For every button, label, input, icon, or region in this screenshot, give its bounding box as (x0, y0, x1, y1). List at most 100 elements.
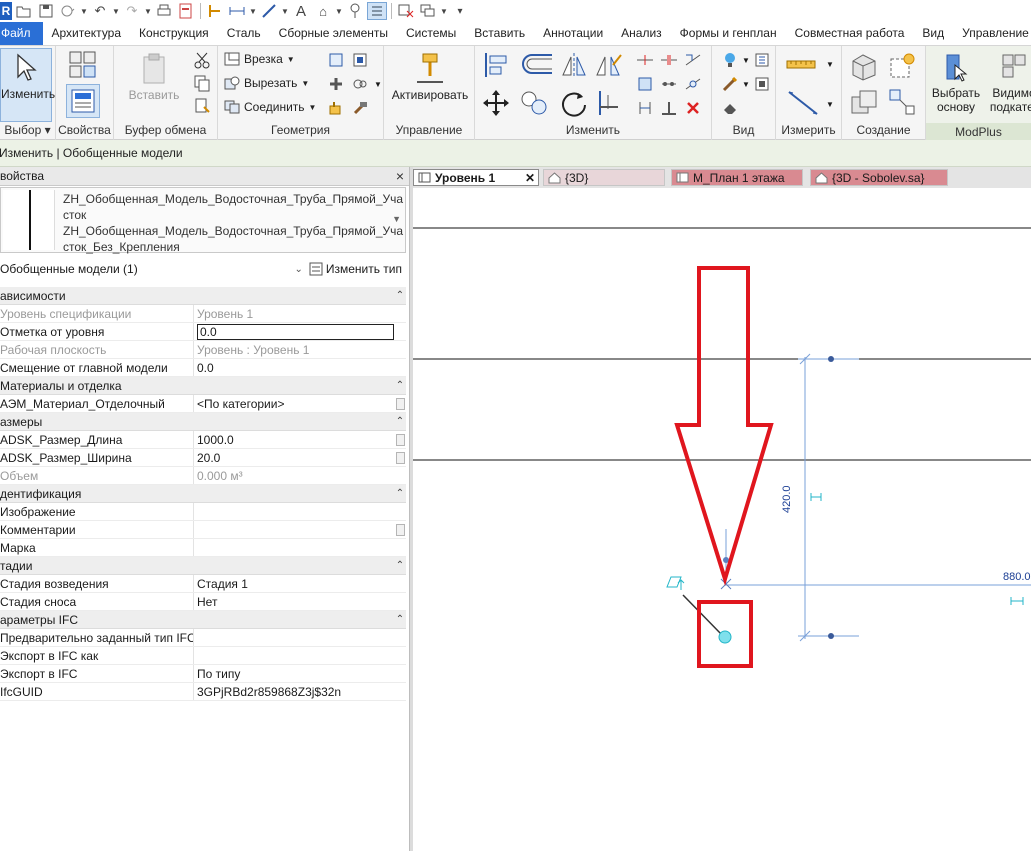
collapse-icon[interactable]: ⌃ (394, 485, 406, 502)
instance-filter[interactable]: Обобщенные модели (1) (0, 262, 294, 276)
property-row[interactable]: Экспорт в IFC как (0, 647, 406, 665)
property-row[interactable]: Стадия сноса Нет (0, 593, 406, 611)
activate-button[interactable]: Активировать (388, 52, 472, 102)
tab-steel[interactable]: Сталь (218, 22, 270, 45)
property-value[interactable] (194, 647, 394, 664)
copy-icon[interactable] (192, 73, 212, 93)
wall-joins-icon[interactable] (326, 74, 346, 94)
override-graphics-icon[interactable] (752, 50, 772, 70)
thin-lines-icon[interactable] (367, 2, 387, 20)
app-menu-button[interactable]: R (0, 2, 12, 20)
split-gap-icon[interactable] (659, 50, 679, 70)
property-value[interactable] (194, 521, 394, 538)
print-icon[interactable] (154, 2, 174, 20)
tab-systems[interactable]: Системы (397, 22, 465, 45)
split-element-icon[interactable] (635, 50, 655, 70)
view-tab-3d[interactable]: {3D} (543, 169, 665, 186)
cope-button[interactable]: Врезка ▼ (224, 52, 295, 66)
collapse-icon[interactable]: ⌃ (394, 287, 406, 304)
hammer-icon[interactable] (350, 98, 370, 118)
paint-icon[interactable] (350, 50, 370, 70)
dimension-icon[interactable] (227, 2, 247, 20)
horizontal-dimension[interactable] (725, 584, 1031, 605)
copy-element-icon[interactable] (519, 88, 549, 118)
chevron-down-icon[interactable]: ▼ (112, 2, 120, 20)
chevron-down-icon[interactable]: ▼ (335, 2, 343, 20)
demolish-icon[interactable] (350, 74, 370, 94)
property-row[interactable]: Отметка от уровня 0.0 (0, 323, 406, 341)
aligned-dimension-icon[interactable] (786, 88, 820, 118)
type-properties-icon[interactable] (68, 50, 98, 80)
collapse-icon[interactable]: ⌃ (394, 611, 406, 628)
property-value-input[interactable]: 0.0 (197, 323, 394, 340)
property-row[interactable]: Комментарии (0, 521, 406, 539)
associate-parameter-button[interactable] (394, 449, 406, 466)
property-value[interactable]: Стадия 1 (194, 575, 394, 592)
property-value[interactable]: <По категории> (194, 395, 394, 412)
collapse-icon[interactable]: ⌃ (394, 377, 406, 394)
property-value[interactable]: Нет (194, 593, 394, 610)
create-parts-icon[interactable] (886, 50, 918, 82)
array-icon[interactable] (659, 74, 679, 94)
property-group-header[interactable]: Материалы и отделка ⌃ (0, 377, 406, 395)
chevron-down-icon[interactable]: ▼ (820, 54, 840, 74)
drawing-view[interactable]: 420.0 880.0 Уровень 1 ✕ {3D} М_План 1 эт… (413, 167, 1031, 851)
property-group-header[interactable]: араметры IFC ⌃ (0, 611, 406, 629)
undo-icon[interactable]: ↶ (90, 2, 110, 20)
tab-view[interactable]: Вид (913, 22, 953, 45)
property-value[interactable] (194, 503, 394, 520)
match-properties-icon[interactable] (192, 96, 212, 116)
view-icon[interactable] (345, 2, 365, 20)
properties-palette-icon[interactable] (66, 84, 100, 118)
delete-icon[interactable] (683, 98, 703, 118)
panel-label-select[interactable]: Выбор ▾ (0, 123, 55, 137)
property-row[interactable]: ADSK_Размер_Ширина 20.0 (0, 449, 406, 467)
tab-architecture[interactable]: Архитектура (43, 22, 131, 45)
unpin-icon[interactable] (683, 74, 703, 94)
property-value[interactable] (194, 539, 394, 556)
measure-icon[interactable] (205, 2, 225, 20)
scale-icon[interactable] (683, 50, 703, 70)
chevron-down-icon[interactable]: ▼ (80, 2, 88, 20)
eraser-icon[interactable] (720, 98, 740, 118)
associate-parameter-button[interactable] (394, 431, 406, 448)
split-vertical-icon[interactable] (635, 98, 655, 118)
chevron-down-icon[interactable]: ▼ (820, 94, 840, 114)
close-icon[interactable]: × (393, 168, 407, 184)
create-similar-icon[interactable] (886, 86, 918, 118)
chevron-down-icon[interactable]: ▼ (281, 2, 289, 20)
property-row[interactable]: ADSK_Размер_Длина 1000.0 (0, 431, 406, 449)
create-assembly-icon[interactable] (848, 50, 880, 82)
chevron-down-icon[interactable]: ▼ (249, 2, 257, 20)
property-value[interactable]: 0.0 (194, 359, 394, 376)
property-row[interactable]: Экспорт в IFC По типу (0, 665, 406, 683)
dimension-value-vertical[interactable]: 420.0 (781, 481, 793, 513)
remove-paint-icon[interactable] (326, 98, 346, 118)
associate-parameter-button[interactable] (394, 521, 406, 538)
chevron-down-icon[interactable]: ▼ (144, 2, 152, 20)
associate-parameter-button[interactable] (394, 395, 406, 412)
tab-manage[interactable]: Управление (953, 22, 1031, 45)
property-row[interactable]: Марка (0, 539, 406, 557)
tab-insert[interactable]: Вставить (465, 22, 534, 45)
split-face-icon[interactable] (326, 50, 346, 70)
close-icon[interactable]: ✕ (525, 171, 535, 185)
property-row[interactable]: Уровень спецификации Уровень 1 (0, 305, 406, 323)
pick-base-button[interactable]: Выбрать основу (928, 50, 984, 114)
tag-icon[interactable] (259, 2, 279, 20)
tab-precast[interactable]: Сборные элементы (270, 22, 397, 45)
customize-icon[interactable]: ▾ (450, 2, 470, 20)
view-canvas[interactable] (413, 167, 1031, 851)
edit-type-button[interactable]: Изменить тип (309, 262, 406, 276)
property-value[interactable] (194, 629, 394, 646)
view-tab-plan[interactable]: М_План 1 этажа (671, 169, 803, 186)
close-hidden-icon[interactable] (396, 2, 416, 20)
tab-massing-site[interactable]: Формы и генплан (671, 22, 786, 45)
property-row[interactable]: Объем 0.000 м³ (0, 467, 406, 485)
measure-between-icon[interactable] (786, 54, 816, 74)
chevron-down-icon[interactable]: ▼ (440, 2, 448, 20)
sync-icon[interactable] (58, 2, 78, 20)
cut-icon[interactable] (192, 50, 212, 70)
switch-windows-icon[interactable] (418, 2, 438, 20)
align-icon[interactable] (481, 50, 511, 80)
